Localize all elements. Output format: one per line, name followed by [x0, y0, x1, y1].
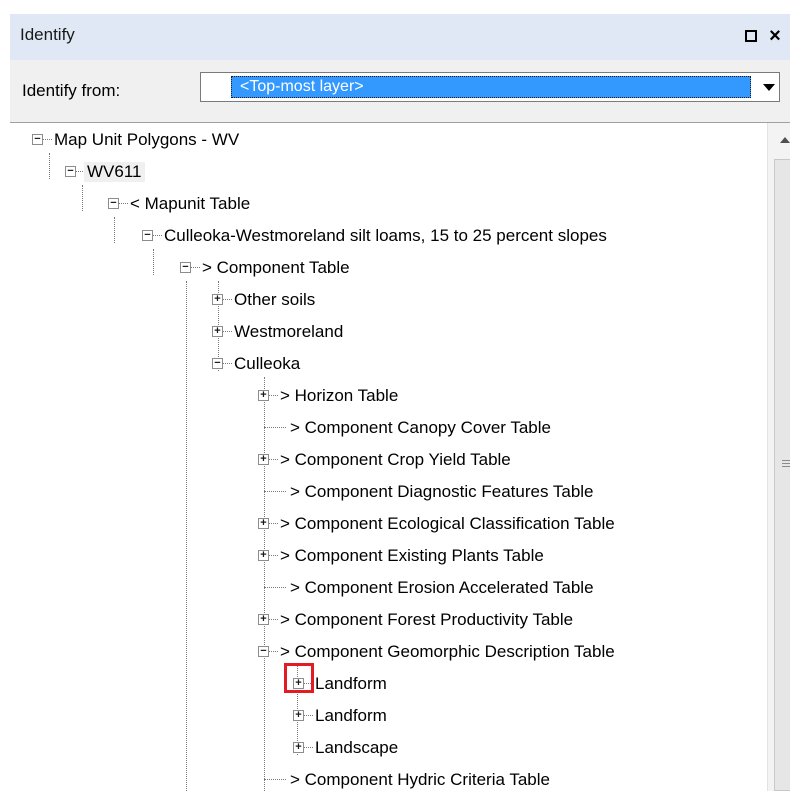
- close-button[interactable]: ×: [763, 22, 787, 50]
- expand-icon[interactable]: +: [258, 550, 269, 561]
- expand-icon[interactable]: +: [212, 294, 223, 305]
- tree-item-label: > Component Crop Yield Table: [280, 450, 511, 469]
- tree-item-label: > Component Hydric Criteria Table: [290, 770, 550, 789]
- tree-guide-line: [153, 249, 154, 275]
- tree-connector: [223, 331, 232, 332]
- tree-item-label: Culleoka: [234, 354, 301, 373]
- tree-connector: [304, 715, 313, 716]
- collapse-icon[interactable]: −: [65, 166, 76, 177]
- expand-icon[interactable]: +: [258, 390, 269, 401]
- restore-icon: [745, 30, 757, 42]
- expand-icon[interactable]: +: [212, 326, 223, 337]
- expand-icon[interactable]: +: [258, 454, 269, 465]
- identify-panel: Identify × Identify from: <Top-most laye…: [0, 0, 790, 791]
- tree-item-label: > Component Existing Plants Table: [280, 546, 544, 565]
- tree-item-label: < Mapunit Table: [130, 194, 251, 213]
- tree-connector: [269, 459, 278, 460]
- highlight-box: [284, 663, 314, 693]
- expand-icon[interactable]: +: [258, 614, 269, 625]
- restore-button[interactable]: [739, 22, 763, 50]
- panel-titlebar: Identify ×: [10, 14, 790, 61]
- identify-from-label: Identify from:: [22, 81, 121, 100]
- dropdown-arrow-button[interactable]: [759, 73, 779, 101]
- identify-from-row: Identify from: <Top-most layer>: [10, 60, 790, 122]
- tree-item-label: Other soils: [234, 290, 316, 309]
- tree-item-label: > Component Geomorphic Description Table: [280, 642, 615, 661]
- tree-item-label: Culleoka-Westmoreland silt loams, 15 to …: [164, 226, 607, 245]
- tree-item-label: > Component Ecological Classification Ta…: [280, 514, 615, 533]
- tree-item-label: Westmoreland: [234, 322, 344, 341]
- collapse-icon[interactable]: −: [258, 646, 269, 657]
- tree-guide-line: [114, 217, 115, 243]
- tree-connector: [264, 779, 286, 780]
- grip-icon: [782, 460, 790, 469]
- tree-connector: [269, 395, 278, 396]
- tree-guide-line: [264, 377, 265, 791]
- tree-connector: [269, 523, 278, 524]
- chevron-down-icon: [763, 83, 775, 91]
- tree-connector: [264, 427, 286, 428]
- collapse-icon[interactable]: −: [212, 358, 223, 369]
- tree-guide-line: [82, 185, 83, 211]
- scroll-up-icon[interactable]: [780, 137, 790, 143]
- expand-icon[interactable]: +: [293, 710, 304, 721]
- tree-guide-line: [186, 281, 187, 791]
- collapse-icon[interactable]: −: [142, 230, 153, 241]
- tree-item-label: > Component Canopy Cover Table: [290, 418, 551, 437]
- tree-item-label: WV611: [84, 162, 145, 182]
- tree-connector: [269, 619, 278, 620]
- tree-item-label: > Component Diagnostic Features Table: [290, 482, 594, 501]
- identify-from-dropdown[interactable]: <Top-most layer>: [200, 72, 780, 102]
- tree-item-label: Map Unit Polygons - WV: [54, 130, 240, 149]
- tree-item-label: Landform: [315, 706, 387, 725]
- tree-connector: [223, 299, 232, 300]
- tree-connector: [43, 139, 52, 140]
- scrollbar-thumb[interactable]: [774, 159, 790, 791]
- tree-item-label: > Component Forest Productivity Table: [280, 610, 574, 629]
- tree-item-label: > Component Erosion Accelerated Table: [290, 578, 594, 597]
- tree-connector: [191, 267, 200, 268]
- tree-connector: [153, 235, 162, 236]
- identify-from-selected-value: <Top-most layer>: [231, 76, 751, 98]
- results-tree[interactable]: − Map Unit Polygons - WV − WV611 − < Map…: [10, 122, 790, 791]
- tree-item-label: Landform: [315, 674, 387, 693]
- tree-connector: [264, 491, 286, 492]
- panel-title: Identify: [20, 25, 75, 44]
- vertical-scrollbar[interactable]: [767, 123, 790, 791]
- expand-icon[interactable]: +: [293, 742, 304, 753]
- tree-connector: [264, 587, 286, 588]
- collapse-icon[interactable]: −: [108, 198, 119, 209]
- expand-icon[interactable]: +: [258, 518, 269, 529]
- tree-item-label: > Component Table: [202, 258, 350, 277]
- tree-connector: [119, 203, 128, 204]
- tree-item-label: Landscape: [315, 738, 399, 757]
- tree-guide-line: [49, 153, 50, 179]
- tree-item-label: > Horizon Table: [280, 386, 399, 405]
- tree-connector: [223, 363, 232, 364]
- collapse-icon[interactable]: −: [32, 134, 43, 145]
- tree-connector: [269, 651, 278, 652]
- tree-connector: [269, 555, 278, 556]
- tree-connector: [304, 747, 313, 748]
- collapse-icon[interactable]: −: [180, 262, 191, 273]
